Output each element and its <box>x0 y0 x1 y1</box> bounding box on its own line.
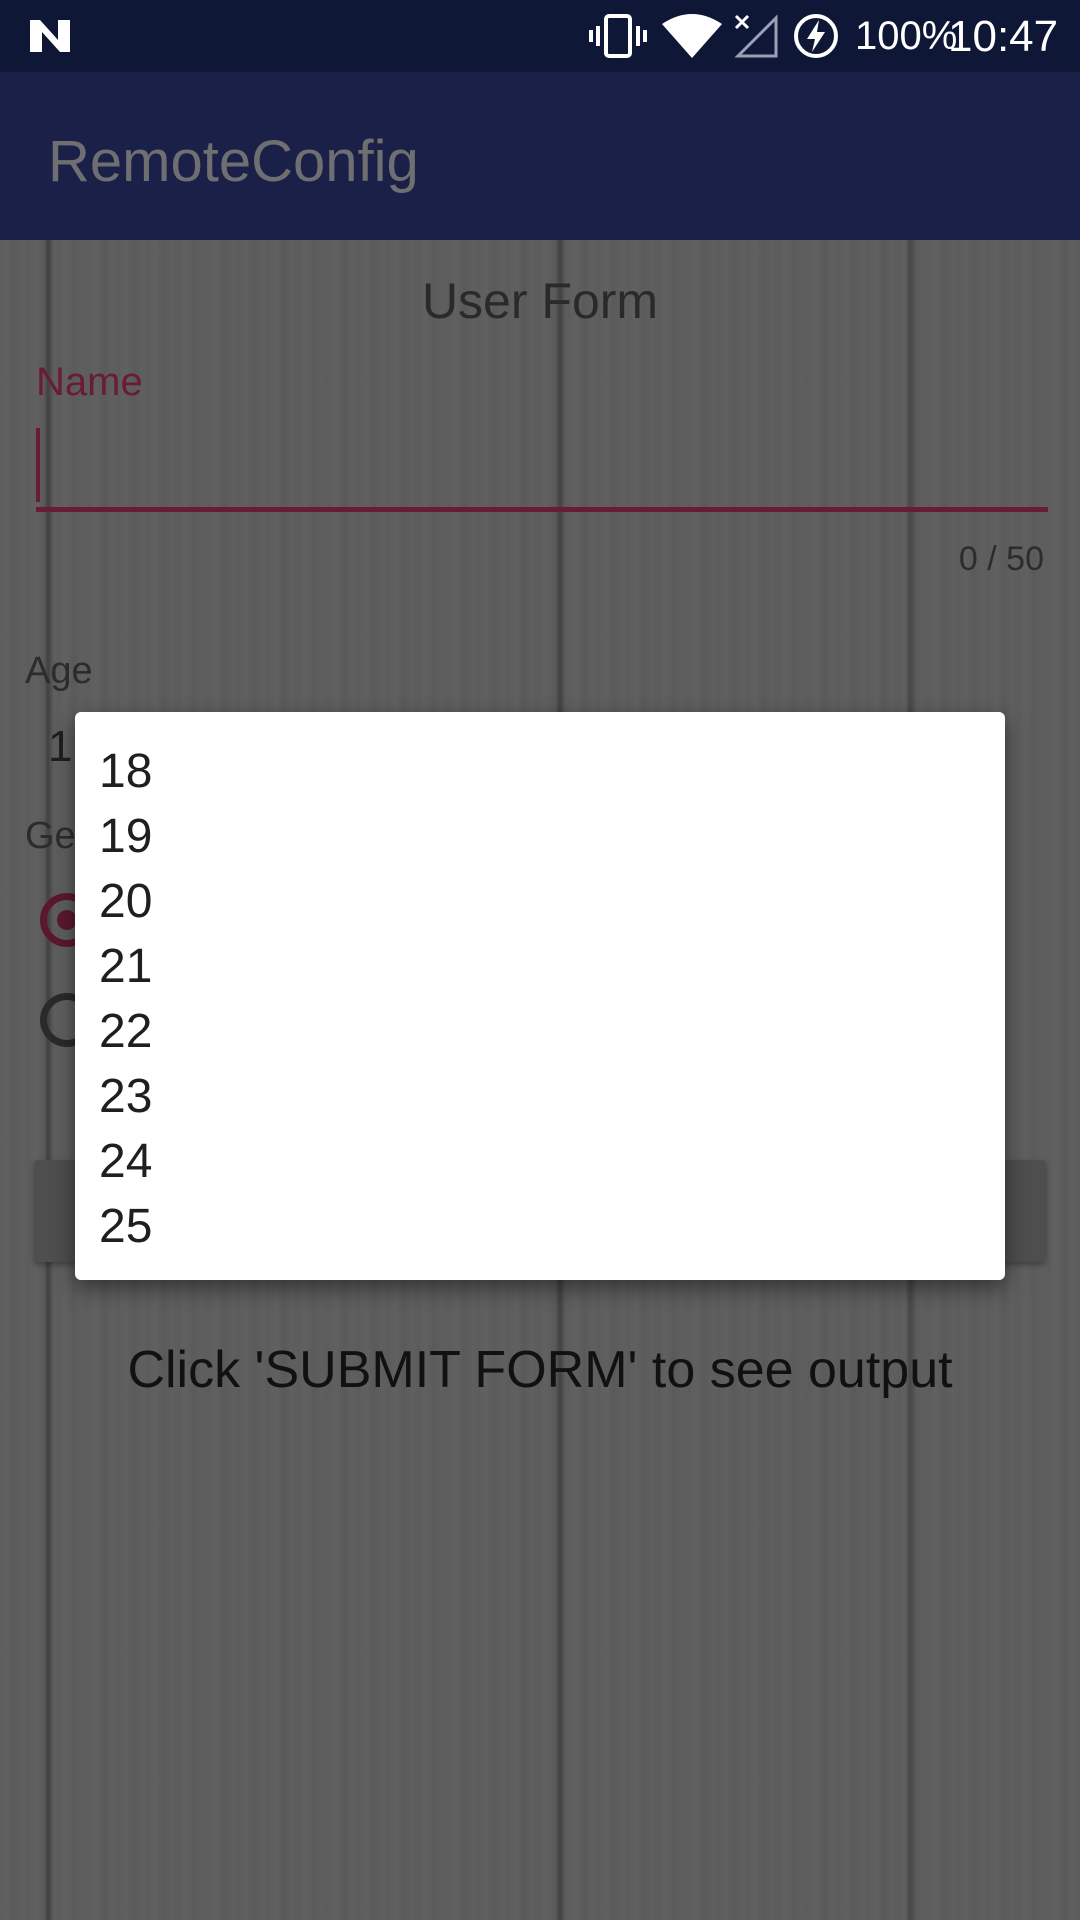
battery-charging-icon <box>794 14 838 58</box>
clock: 10:47 <box>948 12 1059 61</box>
dropdown-option[interactable]: 18 <box>99 739 979 804</box>
age-spinner[interactable]: 1 <box>48 722 72 772</box>
output-text: Click 'SUBMIT FORM' to see output <box>127 1341 953 1399</box>
text-cursor <box>36 428 40 502</box>
dropdown-option[interactable]: 20 <box>99 869 979 934</box>
name-input[interactable] <box>36 425 1048 512</box>
vibrate-icon <box>589 14 647 58</box>
battery-percent: 100% <box>855 14 958 58</box>
wifi-icon <box>662 14 722 58</box>
app-bar: RemoteConfig <box>0 72 1080 240</box>
name-label: Name <box>36 360 143 404</box>
cellular-signal-icon <box>734 14 778 58</box>
dropdown-option[interactable]: 21 <box>99 934 979 999</box>
char-counter: 0 / 50 <box>958 540 1044 578</box>
app-title: RemoteConfig <box>48 129 419 194</box>
dropdown-option[interactable]: 19 <box>99 804 979 869</box>
age-label: Age <box>25 650 93 692</box>
dropdown-option[interactable]: 25 <box>99 1194 979 1259</box>
dropdown-option[interactable]: 23 <box>99 1064 979 1129</box>
dropdown-option[interactable]: 22 <box>99 999 979 1064</box>
form-title: User Form <box>421 273 659 329</box>
gender-label: Ge <box>25 815 76 857</box>
status-bar: 100% 10:47 <box>0 0 1080 72</box>
notification-n-icon <box>30 20 70 52</box>
dropdown-option[interactable]: 24 <box>99 1129 979 1194</box>
age-dropdown-popup: 18 19 20 21 22 23 24 25 <box>75 712 1005 1280</box>
